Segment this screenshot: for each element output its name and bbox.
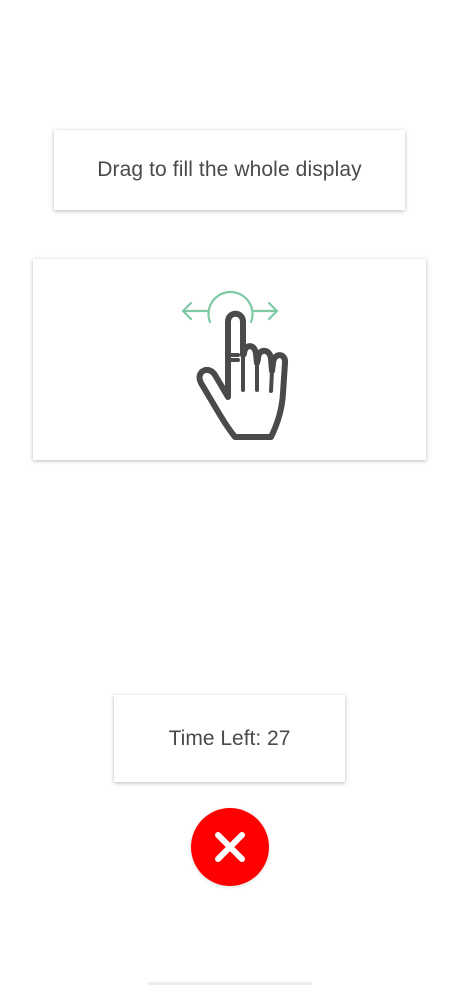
time-left-label: Time Left: 27 bbox=[168, 726, 291, 750]
instruction-card: Drag to fill the whole display bbox=[54, 130, 405, 210]
instruction-text: Drag to fill the whole display bbox=[97, 158, 362, 181]
timer-card: Time Left: 27 bbox=[114, 695, 345, 782]
swipe-illustration-card bbox=[33, 259, 426, 460]
home-indicator bbox=[148, 982, 312, 985]
close-button[interactable] bbox=[191, 808, 269, 886]
hand-swipe-icon bbox=[181, 290, 288, 440]
close-icon bbox=[215, 832, 245, 862]
screen: Drag to fill the whole display Time Left… bbox=[0, 0, 460, 996]
